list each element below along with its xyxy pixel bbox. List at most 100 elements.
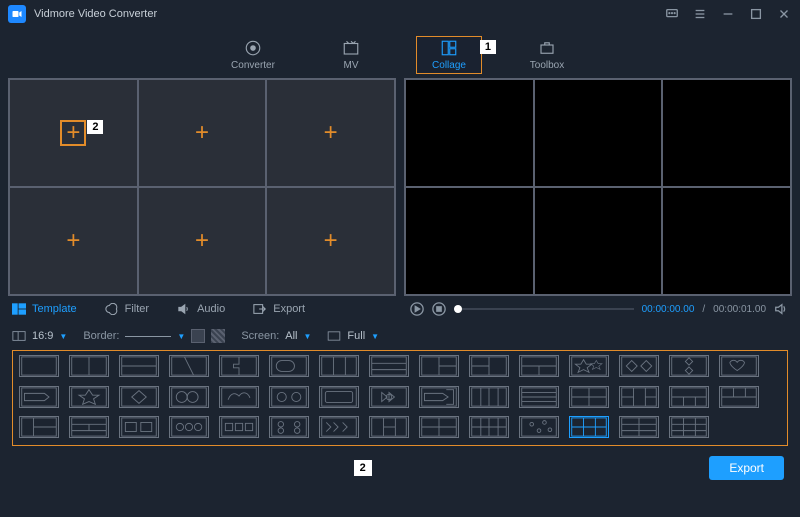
template-item[interactable] <box>169 386 209 408</box>
template-item[interactable] <box>369 416 409 438</box>
template-item[interactable] <box>419 416 459 438</box>
chevron-down-icon: ▼ <box>304 332 312 341</box>
feedback-icon[interactable] <box>664 6 680 22</box>
template-item[interactable] <box>119 416 159 438</box>
template-item[interactable] <box>469 386 509 408</box>
template-item[interactable] <box>619 386 659 408</box>
nav-collage[interactable]: Collage <box>416 36 482 74</box>
seek-track[interactable] <box>454 308 634 310</box>
add-icon: + <box>324 119 338 147</box>
tab-filter[interactable]: Filter <box>105 303 149 315</box>
collage-cell[interactable]: + 2 <box>9 79 138 187</box>
template-item[interactable] <box>169 355 209 377</box>
tab-export[interactable]: Export <box>253 303 305 315</box>
template-options: 16:9 ▼ Border: ▼ Screen: All ▼ Full ▼ <box>0 322 800 350</box>
preview-cell <box>534 187 663 295</box>
template-item[interactable] <box>19 416 59 438</box>
template-item[interactable] <box>469 355 509 377</box>
stop-icon[interactable] <box>432 302 446 316</box>
preview-cell <box>662 187 791 295</box>
add-icon: + <box>66 227 80 255</box>
filter-icon <box>105 303 119 315</box>
template-item[interactable] <box>519 355 559 377</box>
template-item[interactable] <box>219 416 259 438</box>
template-item[interactable] <box>669 386 709 408</box>
collage-cell[interactable]: + <box>138 79 267 187</box>
template-grid <box>12 350 788 446</box>
step-badge-2: 2 <box>87 120 103 134</box>
collage-cell[interactable]: + <box>9 187 138 295</box>
template-item[interactable] <box>669 355 709 377</box>
border-style-dropdown[interactable] <box>125 336 171 337</box>
collage-cell[interactable]: + <box>266 79 395 187</box>
template-item[interactable] <box>569 355 609 377</box>
template-item[interactable] <box>369 386 409 408</box>
template-item[interactable] <box>69 386 109 408</box>
template-item[interactable] <box>719 355 759 377</box>
preview-cell <box>534 79 663 187</box>
preview-cell <box>662 79 791 187</box>
nav-mv[interactable]: MV <box>318 37 384 73</box>
template-item[interactable] <box>419 386 459 408</box>
chevron-down-icon: ▼ <box>371 332 379 341</box>
tab-audio[interactable]: Audio <box>177 303 225 315</box>
template-item[interactable] <box>369 355 409 377</box>
step-badge-1: 1 <box>480 40 496 54</box>
app-title: Vidmore Video Converter <box>34 8 664 20</box>
collage-cell[interactable]: + <box>138 187 267 295</box>
audio-icon <box>177 303 191 315</box>
minimize-icon[interactable] <box>720 6 736 22</box>
preview-cell <box>405 187 534 295</box>
template-item[interactable] <box>19 355 59 377</box>
border-pattern-picker[interactable] <box>211 329 225 343</box>
template-item[interactable] <box>69 355 109 377</box>
template-item[interactable] <box>119 386 159 408</box>
template-item[interactable] <box>469 416 509 438</box>
template-item[interactable] <box>19 386 59 408</box>
nav-converter[interactable]: Converter <box>220 37 286 73</box>
collage-edit-grid: + 2 + + + + + <box>8 78 396 296</box>
template-item[interactable] <box>69 416 109 438</box>
seek-handle[interactable] <box>454 305 462 313</box>
chevron-down-icon: ▼ <box>59 332 67 341</box>
export-icon <box>253 303 267 315</box>
template-item[interactable] <box>419 355 459 377</box>
border-color-picker[interactable] <box>191 329 205 343</box>
template-item[interactable] <box>219 386 259 408</box>
template-item[interactable] <box>719 386 759 408</box>
template-item[interactable] <box>619 355 659 377</box>
template-item[interactable] <box>269 386 309 408</box>
volume-icon[interactable] <box>774 302 788 316</box>
menu-icon[interactable] <box>692 6 708 22</box>
collage-icon <box>438 39 460 57</box>
template-item[interactable] <box>519 386 559 408</box>
preview-cell <box>405 79 534 187</box>
converter-icon <box>242 39 264 57</box>
template-item[interactable] <box>569 386 609 408</box>
template-item-selected[interactable] <box>569 416 609 438</box>
export-button[interactable]: Export <box>709 456 784 480</box>
template-item[interactable] <box>169 416 209 438</box>
template-item[interactable] <box>269 355 309 377</box>
template-item[interactable] <box>319 355 359 377</box>
template-item[interactable] <box>519 416 559 438</box>
maximize-icon[interactable] <box>748 6 764 22</box>
template-item[interactable] <box>219 355 259 377</box>
border-control: Border: ▼ <box>83 329 225 343</box>
aspect-ratio-dropdown[interactable]: 16:9 ▼ <box>12 330 67 342</box>
collage-cell[interactable]: + <box>266 187 395 295</box>
template-item[interactable] <box>319 416 359 438</box>
template-item[interactable] <box>119 355 159 377</box>
template-item[interactable] <box>319 386 359 408</box>
template-item[interactable] <box>669 416 709 438</box>
chevron-down-icon: ▼ <box>177 332 185 341</box>
template-item[interactable] <box>619 416 659 438</box>
screen-dropdown[interactable]: Screen: All ▼ <box>241 330 311 342</box>
close-icon[interactable] <box>776 6 792 22</box>
mv-icon <box>340 39 362 57</box>
full-dropdown[interactable]: Full ▼ <box>327 330 379 342</box>
play-icon[interactable] <box>410 302 424 316</box>
template-item[interactable] <box>269 416 309 438</box>
nav-toolbox[interactable]: Toolbox <box>514 37 580 73</box>
tab-template[interactable]: Template <box>12 303 77 315</box>
